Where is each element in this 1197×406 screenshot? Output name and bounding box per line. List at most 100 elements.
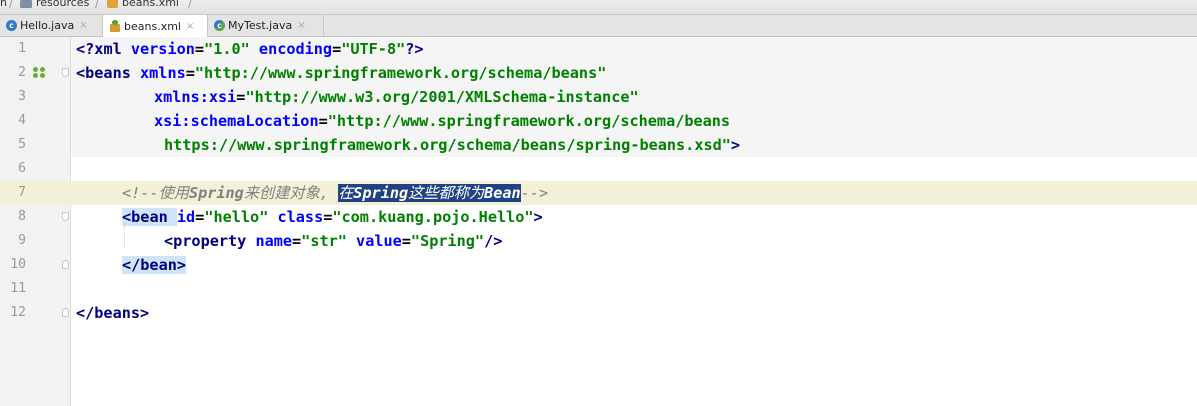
- token: <?: [76, 40, 95, 58]
- token: "UTF-8": [341, 40, 406, 58]
- close-icon[interactable]: ×: [186, 21, 194, 32]
- token: <beans: [76, 64, 141, 82]
- token: "hello": [204, 208, 269, 226]
- token: Bean: [484, 184, 521, 202]
- matched-tag: <bean: [122, 208, 177, 226]
- token: bean: [131, 208, 177, 226]
- breadcrumb-separator: /: [188, 0, 193, 10]
- token: 使用: [158, 184, 189, 202]
- line-number: 10: [10, 257, 26, 272]
- spring-xml-icon: [109, 20, 121, 32]
- line-number: 4: [18, 113, 26, 128]
- token: </beans>: [76, 304, 150, 322]
- token: Spring: [188, 184, 244, 202]
- token: version: [130, 40, 195, 58]
- token: =: [195, 208, 205, 226]
- breadcrumb-label: beans.xml: [122, 0, 179, 9]
- spring-xml-icon: [107, 0, 118, 8]
- code-line[interactable]: 11: [0, 277, 1197, 301]
- token: />: [484, 232, 503, 250]
- token: 来创建对象,: [243, 184, 329, 202]
- tab-mytest-java[interactable]: c MyTest.java ×: [208, 15, 324, 36]
- token: xml: [94, 40, 131, 58]
- line-number: 3: [18, 89, 26, 104]
- indent-guide: [124, 223, 125, 247]
- token: >: [730, 136, 741, 154]
- token: xmlns: [140, 64, 186, 82]
- breadcrumb-item-resources[interactable]: resources: [20, 0, 89, 9]
- code-line[interactable]: 12 </beans>: [0, 301, 1197, 325]
- token: 这些都称为: [408, 184, 485, 202]
- token: =: [194, 40, 205, 58]
- tab-beans-xml[interactable]: beans.xml ×: [103, 15, 208, 37]
- breadcrumb: n / resources / beans.xml /: [0, 0, 1197, 15]
- token: =: [401, 232, 411, 250]
- token: https://www.springframework.org/schema/b…: [164, 136, 731, 154]
- code-line[interactable]: 5 https://www.springframework.org/schema…: [0, 133, 1197, 157]
- token: =: [292, 232, 302, 250]
- token: ?>: [405, 40, 424, 58]
- fold-icon[interactable]: [62, 68, 69, 77]
- code-line[interactable]: 1 <?xml version="1.0" encoding="UTF-8"?>: [0, 37, 1197, 61]
- code-line[interactable]: 3 xmlns:xsi="http://www.w3.org/2001/XMLS…: [0, 85, 1197, 109]
- breadcrumb-separator: /: [95, 0, 100, 10]
- token: "http://www.springframework.org/schema/b…: [327, 112, 731, 130]
- java-class-icon: c: [214, 20, 225, 31]
- current-code-line[interactable]: 7 <!--使用Spring来创建对象, 在Spring这些都称为Bean-->: [0, 181, 1197, 205]
- token: =: [323, 208, 333, 226]
- breadcrumb-separator: /: [9, 0, 14, 10]
- line-content: <beans xmlns="http://www.springframework…: [76, 61, 606, 85]
- breadcrumb-item-module[interactable]: n: [0, 0, 7, 9]
- line-content: <property name="str" value="Spring"/>: [164, 229, 502, 253]
- folder-icon: [20, 0, 32, 8]
- breadcrumb-item-beans-xml[interactable]: beans.xml: [107, 0, 179, 9]
- token: "Spring": [410, 232, 485, 250]
- token: "com.kuang.pojo.Hello": [332, 208, 534, 226]
- token: value: [356, 232, 402, 250]
- line-content: https://www.springframework.org/schema/b…: [164, 133, 740, 157]
- spring-bean-icon[interactable]: [33, 67, 47, 79]
- line-content: xsi:schemaLocation="http://www.springfra…: [154, 109, 730, 133]
- token: id: [176, 208, 196, 226]
- token: =: [332, 40, 342, 58]
- code-line[interactable]: 4 xsi:schemaLocation="http://www.springf…: [0, 109, 1197, 133]
- token: class: [277, 208, 324, 226]
- token: -->: [520, 184, 549, 202]
- code-line[interactable]: 9 <property name="str" value="Spring"/>: [0, 229, 1197, 253]
- token: name: [255, 232, 293, 250]
- token: "1.0": [204, 40, 250, 58]
- line-content: xmlns:xsi="http://www.w3.org/2001/XMLSch…: [154, 85, 639, 109]
- code-line[interactable]: 2 <beans xmlns="http://www.springframewo…: [0, 61, 1197, 85]
- fold-icon[interactable]: [62, 212, 69, 221]
- code-line[interactable]: 10 </bean>: [0, 253, 1197, 277]
- line-number: 12: [10, 305, 26, 320]
- java-class-icon: c: [6, 20, 17, 31]
- matched-tag: </bean>: [122, 256, 187, 274]
- token: =: [185, 64, 195, 82]
- code-line[interactable]: 6: [0, 157, 1197, 181]
- tab-label: beans.xml: [124, 19, 181, 33]
- fold-end-icon[interactable]: [62, 260, 69, 269]
- breadcrumb-label: resources: [36, 0, 90, 9]
- fold-end-icon[interactable]: [62, 308, 69, 317]
- line-content: <?xml version="1.0" encoding="UTF-8"?>: [76, 37, 424, 61]
- close-icon[interactable]: ×: [79, 20, 87, 31]
- token: xmlns:xsi: [154, 88, 237, 106]
- close-icon[interactable]: ×: [297, 20, 305, 31]
- tab-hello-java[interactable]: c Hello.java ×: [0, 15, 103, 36]
- token: Spring: [353, 184, 409, 202]
- tab-label: Hello.java: [20, 19, 75, 32]
- line-content: <bean id="hello" class="com.kuang.pojo.H…: [122, 205, 543, 229]
- token: =: [318, 112, 328, 130]
- text-selection: 在Spring这些都称为Bean: [338, 184, 521, 202]
- line-number: 11: [10, 281, 26, 296]
- code-editor[interactable]: 1 <?xml version="1.0" encoding="UTF-8"?>…: [0, 37, 1197, 406]
- code-line[interactable]: 8 <bean id="hello" class="com.kuang.pojo…: [0, 205, 1197, 229]
- tab-label: MyTest.java: [228, 19, 293, 32]
- token: "http://www.w3.org/2001/XMLSchema-instan…: [245, 88, 639, 106]
- token: <property: [164, 232, 256, 250]
